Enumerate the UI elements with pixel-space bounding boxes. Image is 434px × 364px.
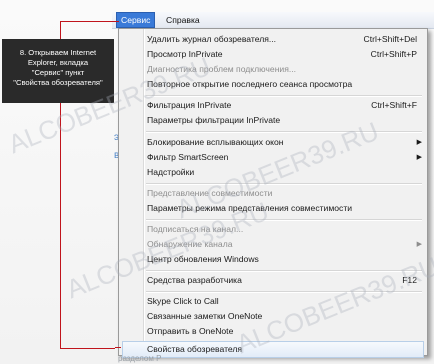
- menu-item-label: Фильтр SmartScreen: [147, 152, 229, 162]
- arrow-right-icon: ▶: [416, 139, 422, 146]
- menu-item-label: Диагностика проблем подключения...: [147, 64, 297, 74]
- menu-item-inprivate-settings[interactable]: Параметры фильтрации InPrivate: [119, 113, 427, 128]
- background-caption: разделом Р: [118, 354, 162, 363]
- highlight-connector-bottom: [115, 347, 121, 348]
- menu-item-label: Параметры фильтрации InPrivate: [147, 115, 281, 125]
- menu-item-delete-history[interactable]: Удалить журнал обозревателя... Ctrl+Shif…: [119, 32, 427, 47]
- menu-item-label: Параметры режима представления совместим…: [147, 203, 353, 213]
- menu-item-shortcut: Ctrl+Shift+P: [370, 49, 417, 59]
- menu-bar: Сервис Справка: [112, 12, 434, 29]
- menu-item-popup-blocker[interactable]: Блокирование всплывающих окон ▶: [119, 135, 427, 150]
- menu-item-label: Skype Click to Call: [147, 296, 219, 306]
- menu-separator: [146, 95, 422, 97]
- highlight-connector-top: [115, 21, 119, 22]
- menu-item-label: Подписаться на канал...: [147, 224, 244, 234]
- menu-item-shortcut: Ctrl+Shift+Del: [363, 34, 418, 44]
- tools-dropdown-menu: Удалить журнал обозревателя... Ctrl+Shif…: [118, 28, 428, 358]
- callout-line: "Свойства обозревателя": [13, 78, 103, 87]
- menu-item-label: Просмотр InPrivate: [147, 49, 223, 59]
- callout-line: Explorer, вкладка: [27, 58, 89, 67]
- menu-item-label: Отправить в OneNote: [147, 326, 234, 336]
- menu-separator: [146, 131, 422, 133]
- menu-item-onenote-linked[interactable]: Связанные заметки OneNote: [119, 309, 427, 324]
- menu-item-label: Средства разработчика: [147, 275, 242, 285]
- menu-item-subscribe-feed: Подписаться на канал...: [119, 222, 427, 237]
- callout-line: 8. Открываем Internet: [19, 48, 97, 57]
- menu-item-label: Связанные заметки OneNote: [147, 311, 263, 321]
- menu-item-feed-discovery: Обнаружение канала ▶: [119, 237, 427, 252]
- menu-item-send-onenote[interactable]: Отправить в OneNote: [119, 324, 427, 339]
- menu-item-smartscreen[interactable]: Фильтр SmartScreen ▶: [119, 150, 427, 165]
- menu-item-label: Блокирование всплывающих окон: [147, 137, 284, 147]
- menu-item-diagnose: Диагностика проблем подключения...: [119, 62, 427, 77]
- menu-item-label: Повторное открытие последнего сеанса про…: [147, 79, 353, 89]
- menu-separator: [146, 183, 422, 185]
- menu-item-label: Представление совместимости: [147, 188, 273, 198]
- arrow-right-icon: ▶: [416, 241, 422, 248]
- menu-servis[interactable]: Сервис: [116, 12, 156, 28]
- menu-item-compatibility-view: Представление совместимости: [119, 186, 427, 201]
- menu-item-label: Фильтрация InPrivate: [147, 100, 232, 110]
- menu-item-label: Обнаружение канала: [147, 239, 233, 249]
- instruction-callout: 8. Открываем Internet Explorer, вкладка …: [2, 39, 114, 103]
- menu-item-label: Удалить журнал обозревателя...: [147, 34, 277, 44]
- menu-item-skype[interactable]: Skype Click to Call: [119, 294, 427, 309]
- menu-item-reopen-session[interactable]: Повторное открытие последнего сеанса про…: [119, 77, 427, 92]
- menu-help[interactable]: Справка: [162, 13, 204, 27]
- menu-item-inprivate-filtering[interactable]: Фильтрация InPrivate Ctrl+Shift+F: [119, 98, 427, 113]
- arrow-right-icon: ▶: [416, 154, 422, 161]
- menu-separator: [146, 270, 422, 272]
- menu-item-label: Центр обновления Windows: [147, 254, 259, 264]
- menu-item-inprivate[interactable]: Просмотр InPrivate Ctrl+Shift+P: [119, 47, 427, 62]
- callout-line: "Сервис" пункт: [31, 68, 85, 77]
- menu-item-windows-update[interactable]: Центр обновления Windows: [119, 252, 427, 267]
- menu-item-shortcut: Ctrl+Shift+F: [371, 100, 417, 110]
- menu-item-shortcut: F12: [402, 275, 417, 285]
- menu-separator: [146, 219, 422, 221]
- menu-item-compatibility-settings[interactable]: Параметры режима представления совместим…: [119, 201, 427, 216]
- menu-item-addons[interactable]: Надстройки: [119, 165, 427, 180]
- menu-item-label: Надстройки: [147, 167, 195, 177]
- menu-separator: [146, 291, 422, 293]
- menu-item-developer-tools[interactable]: Средства разработчика F12: [119, 273, 427, 288]
